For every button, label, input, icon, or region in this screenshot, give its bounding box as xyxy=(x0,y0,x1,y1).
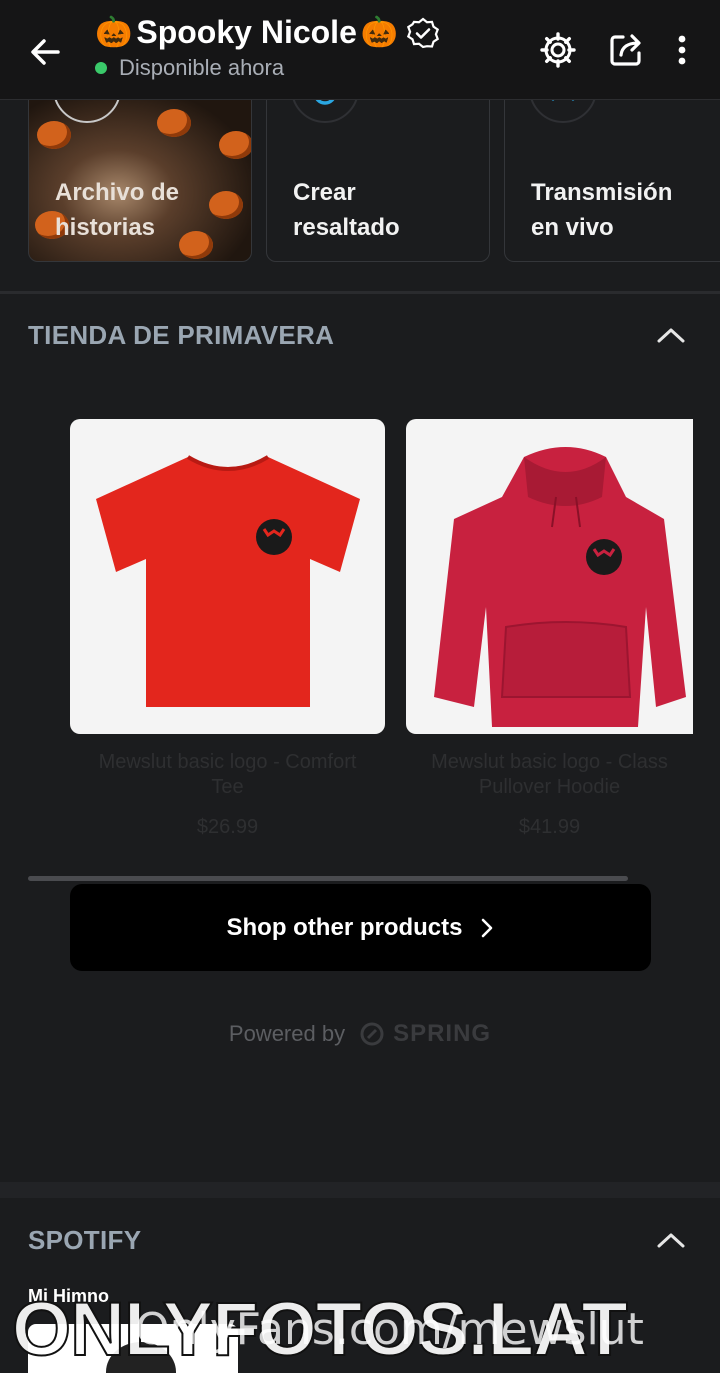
highlight-story-archive[interactable]: Archivo de historias xyxy=(28,90,252,262)
highlight-label: Crear resaltado xyxy=(293,179,400,241)
shop-section-title: TIENDA DE PRIMAVERA xyxy=(28,320,335,350)
status-text: Disponible ahora xyxy=(119,55,285,80)
pumpkin-emoji: 🎃 xyxy=(360,16,399,49)
chevron-up-icon[interactable] xyxy=(656,1230,686,1250)
pumpkin-decoration xyxy=(37,121,71,149)
share-icon xyxy=(610,34,641,66)
share-button[interactable] xyxy=(606,28,646,72)
more-vertical-icon xyxy=(678,35,686,65)
product-image xyxy=(70,419,385,734)
shop-other-products-button[interactable]: Shop other products xyxy=(70,884,651,971)
section-divider xyxy=(0,291,720,294)
product-image xyxy=(406,419,693,734)
pumpkin-decoration xyxy=(219,131,251,159)
product-price: $41.99 xyxy=(518,816,581,838)
highlight-label: Archivo de historias xyxy=(55,179,180,241)
highlight-create[interactable]: Crear resaltado xyxy=(266,90,490,262)
pumpkin-emoji: 🎃 xyxy=(95,16,133,49)
pumpkin-decoration xyxy=(157,109,191,137)
pumpkin-decoration xyxy=(179,231,213,259)
product-name: Mewslut basic logo - Comfort Tee xyxy=(98,751,357,798)
chevron-up-icon[interactable] xyxy=(656,325,686,345)
watermark-secondary: OnlyFans.com/mewslut xyxy=(135,1304,644,1355)
product-card[interactable]: Mewslut basic logo - Comfort Tee $26.99 xyxy=(70,419,385,839)
powered-by-label: Powered by xyxy=(228,1021,346,1046)
spotify-section-title: SPOTIFY xyxy=(28,1225,142,1255)
product-card[interactable]: Mewslut basic logo - Class Pullover Hoodi… xyxy=(406,419,693,839)
settings-button[interactable] xyxy=(538,28,578,72)
page-title: 🎃 Spooky Nicole 🎃 xyxy=(95,14,440,51)
powered-by: Powered by SPRING xyxy=(0,1020,720,1048)
t-shirt-image xyxy=(95,454,360,707)
profile-name: Spooky Nicole xyxy=(136,14,357,50)
app-header: 🎃 Spooky Nicole 🎃 Disponible ahora xyxy=(0,0,720,100)
profile-title-block: 🎃 Spooky Nicole 🎃 Disponible ahora xyxy=(95,14,440,81)
spring-logo-icon xyxy=(360,1022,384,1046)
product-price: $26.99 xyxy=(196,816,259,838)
online-dot-icon xyxy=(95,62,107,74)
product-name: Mewslut basic logo - Class Pullover Hoodi… xyxy=(431,751,668,798)
section-divider xyxy=(0,1182,720,1198)
more-options-button[interactable] xyxy=(662,28,702,72)
arrow-left-icon xyxy=(31,39,60,65)
highlight-label: Transmisión en vivo xyxy=(531,179,673,241)
products-scrollbar[interactable] xyxy=(28,876,628,881)
hoodie-image xyxy=(434,446,686,727)
chevron-right-icon xyxy=(481,918,492,937)
pumpkin-decoration xyxy=(209,191,243,219)
spring-brand-text: SPRING xyxy=(393,1020,492,1047)
highlight-live-stream[interactable]: Transmisión en vivo xyxy=(504,90,720,262)
spring-brand[interactable]: SPRING xyxy=(359,1020,491,1048)
shop-button-label: Shop other products xyxy=(226,913,463,941)
gear-icon xyxy=(540,32,576,68)
online-status: Disponible ahora xyxy=(95,55,440,81)
back-button[interactable] xyxy=(22,28,70,76)
highlights-row: Archivo de historias Crear resaltado Trans… xyxy=(0,90,720,265)
verified-badge-icon xyxy=(407,17,440,48)
